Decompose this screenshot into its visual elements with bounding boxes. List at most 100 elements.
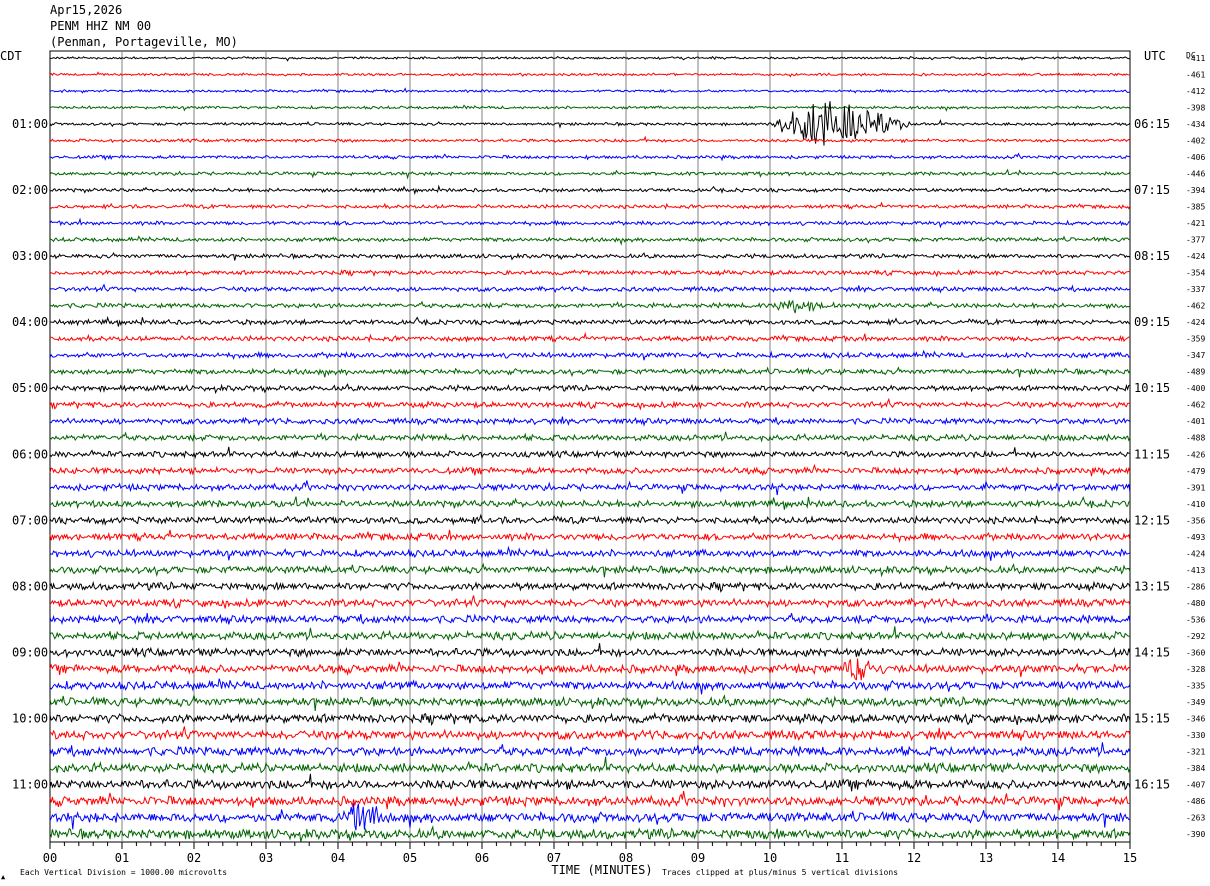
dc-offset-label: -354 (1186, 269, 1205, 278)
dc-offset-label: -400 (1186, 384, 1205, 393)
right-hour-label: 10:15 (1134, 381, 1170, 395)
helicorder-plot: CDT UTC DC01:0002:0003:0004:0005:0006:0007… (0, 49, 1205, 881)
seismic-trace (49, 168, 1131, 180)
seismic-trace (49, 397, 1131, 411)
left-hour-label: 10:00 (12, 711, 48, 725)
dc-offset-label: -377 (1186, 236, 1205, 245)
x-axis-label: TIME (MINUTES) (551, 863, 652, 877)
left-hour-label: 02:00 (12, 183, 48, 197)
right-hour-label: 08:15 (1134, 249, 1170, 263)
seismic-trace (49, 201, 1131, 210)
dc-offset-label: -536 (1186, 615, 1205, 624)
dc-offset-label: -347 (1186, 351, 1205, 360)
dc-offset-label: -394 (1186, 186, 1205, 195)
dc-offset-label: -424 (1186, 549, 1205, 558)
seismic-trace (49, 184, 1131, 196)
dc-offset-label: -426 (1186, 450, 1205, 459)
dc-offset-label: -390 (1186, 830, 1205, 839)
seismic-trace (49, 71, 1131, 78)
seismic-trace (49, 694, 1131, 711)
right-hour-label: 06:15 (1134, 117, 1170, 131)
seismic-trace (49, 562, 1131, 578)
dc-offset-label: -413 (1186, 566, 1205, 575)
dc-offset-label: -385 (1186, 203, 1205, 212)
left-hour-label: 05:00 (12, 381, 48, 395)
seismic-trace (49, 726, 1131, 742)
dc-offset-label: -335 (1186, 681, 1205, 690)
dc-offset-label: -493 (1186, 533, 1205, 542)
dc-offset-label: -434 (1186, 120, 1205, 129)
left-hour-label: 08:00 (12, 579, 48, 593)
dc-offset-label: -424 (1186, 252, 1205, 261)
dc-offset-label: -360 (1186, 648, 1205, 657)
x-tick-label: 03 (259, 851, 273, 865)
seismic-trace (49, 825, 1131, 842)
dc-offset-label: -461 (1186, 71, 1205, 80)
right-hour-label: 11:15 (1134, 447, 1170, 461)
dc-offset-label: -292 (1186, 632, 1205, 641)
dc-offset-label: -407 (1186, 780, 1205, 789)
seismic-trace (49, 104, 1131, 112)
right-hour-label: 16:15 (1134, 777, 1170, 791)
left-hour-label: 03:00 (12, 249, 48, 263)
seismic-trace (49, 366, 1131, 378)
footer-clip-note: Traces clipped at plus/minus 5 vertical … (662, 868, 898, 877)
right-hour-label: 07:15 (1134, 183, 1170, 197)
corner-mark: ▲ (1, 873, 6, 881)
right-hour-label: 13:15 (1134, 579, 1170, 593)
seismic-trace (49, 87, 1131, 94)
dc-offset-label: -446 (1186, 170, 1205, 179)
seismic-trace (49, 446, 1131, 460)
x-tick-label: 02 (187, 851, 201, 865)
left-hour-label: 01:00 (12, 117, 48, 131)
seismic-trace (49, 513, 1131, 526)
seismic-trace (49, 678, 1131, 695)
left-hour-label: 09:00 (12, 645, 48, 659)
seismic-trace (49, 742, 1131, 758)
dc-offset-label: -286 (1186, 582, 1205, 591)
dc-offset-label: -488 (1186, 434, 1205, 443)
seismic-trace (49, 595, 1131, 610)
x-tick-label: 10 (763, 851, 777, 865)
right-hour-label: 14:15 (1134, 645, 1170, 659)
seismic-trace (49, 299, 1131, 314)
seismic-trace (49, 790, 1131, 811)
minute-grid (49, 50, 1131, 849)
x-tick-label: 04 (331, 851, 345, 865)
dc-offset-label: -356 (1186, 516, 1205, 525)
dc-offset-label: -401 (1186, 417, 1205, 426)
dc-offset-label: -330 (1186, 731, 1205, 740)
dc-offset-label: -263 (1186, 813, 1205, 822)
x-tick-label: 13 (979, 851, 993, 865)
x-tick-label: 15 (1123, 851, 1137, 865)
dc-offset-label: -479 (1186, 467, 1205, 476)
seismic-trace (49, 283, 1131, 294)
seismic-trace (49, 251, 1131, 261)
left-hour-label: 04:00 (12, 315, 48, 329)
seismic-trace (49, 580, 1131, 593)
seismic-trace (49, 217, 1131, 229)
dc-offset-label: -359 (1186, 335, 1205, 344)
x-tick-label: 01 (115, 851, 129, 865)
dc-offset-label: -411 (1186, 54, 1205, 63)
seismic-trace (49, 269, 1131, 278)
seismic-trace (49, 431, 1131, 443)
x-tick-label: 05 (403, 851, 417, 865)
seismic-trace (49, 331, 1131, 343)
seismic-trace (49, 613, 1131, 626)
seismic-trace (49, 315, 1131, 327)
seismic-trace (49, 135, 1131, 144)
seismic-trace (49, 658, 1131, 681)
left-timezone-label: CDT (0, 49, 22, 63)
dc-offset-label: -421 (1186, 219, 1205, 228)
seismic-trace (49, 529, 1131, 544)
seismic-trace (49, 463, 1131, 477)
dc-offset-label: -349 (1186, 698, 1205, 707)
x-tick-label: 06 (475, 851, 489, 865)
seismic-trace (49, 643, 1131, 659)
x-tick-label: 00 (43, 851, 57, 865)
x-tick-label: 11 (835, 851, 849, 865)
dc-offset-label: -391 (1186, 483, 1205, 492)
dc-offset-label: -337 (1186, 285, 1205, 294)
seismic-trace (49, 383, 1131, 395)
